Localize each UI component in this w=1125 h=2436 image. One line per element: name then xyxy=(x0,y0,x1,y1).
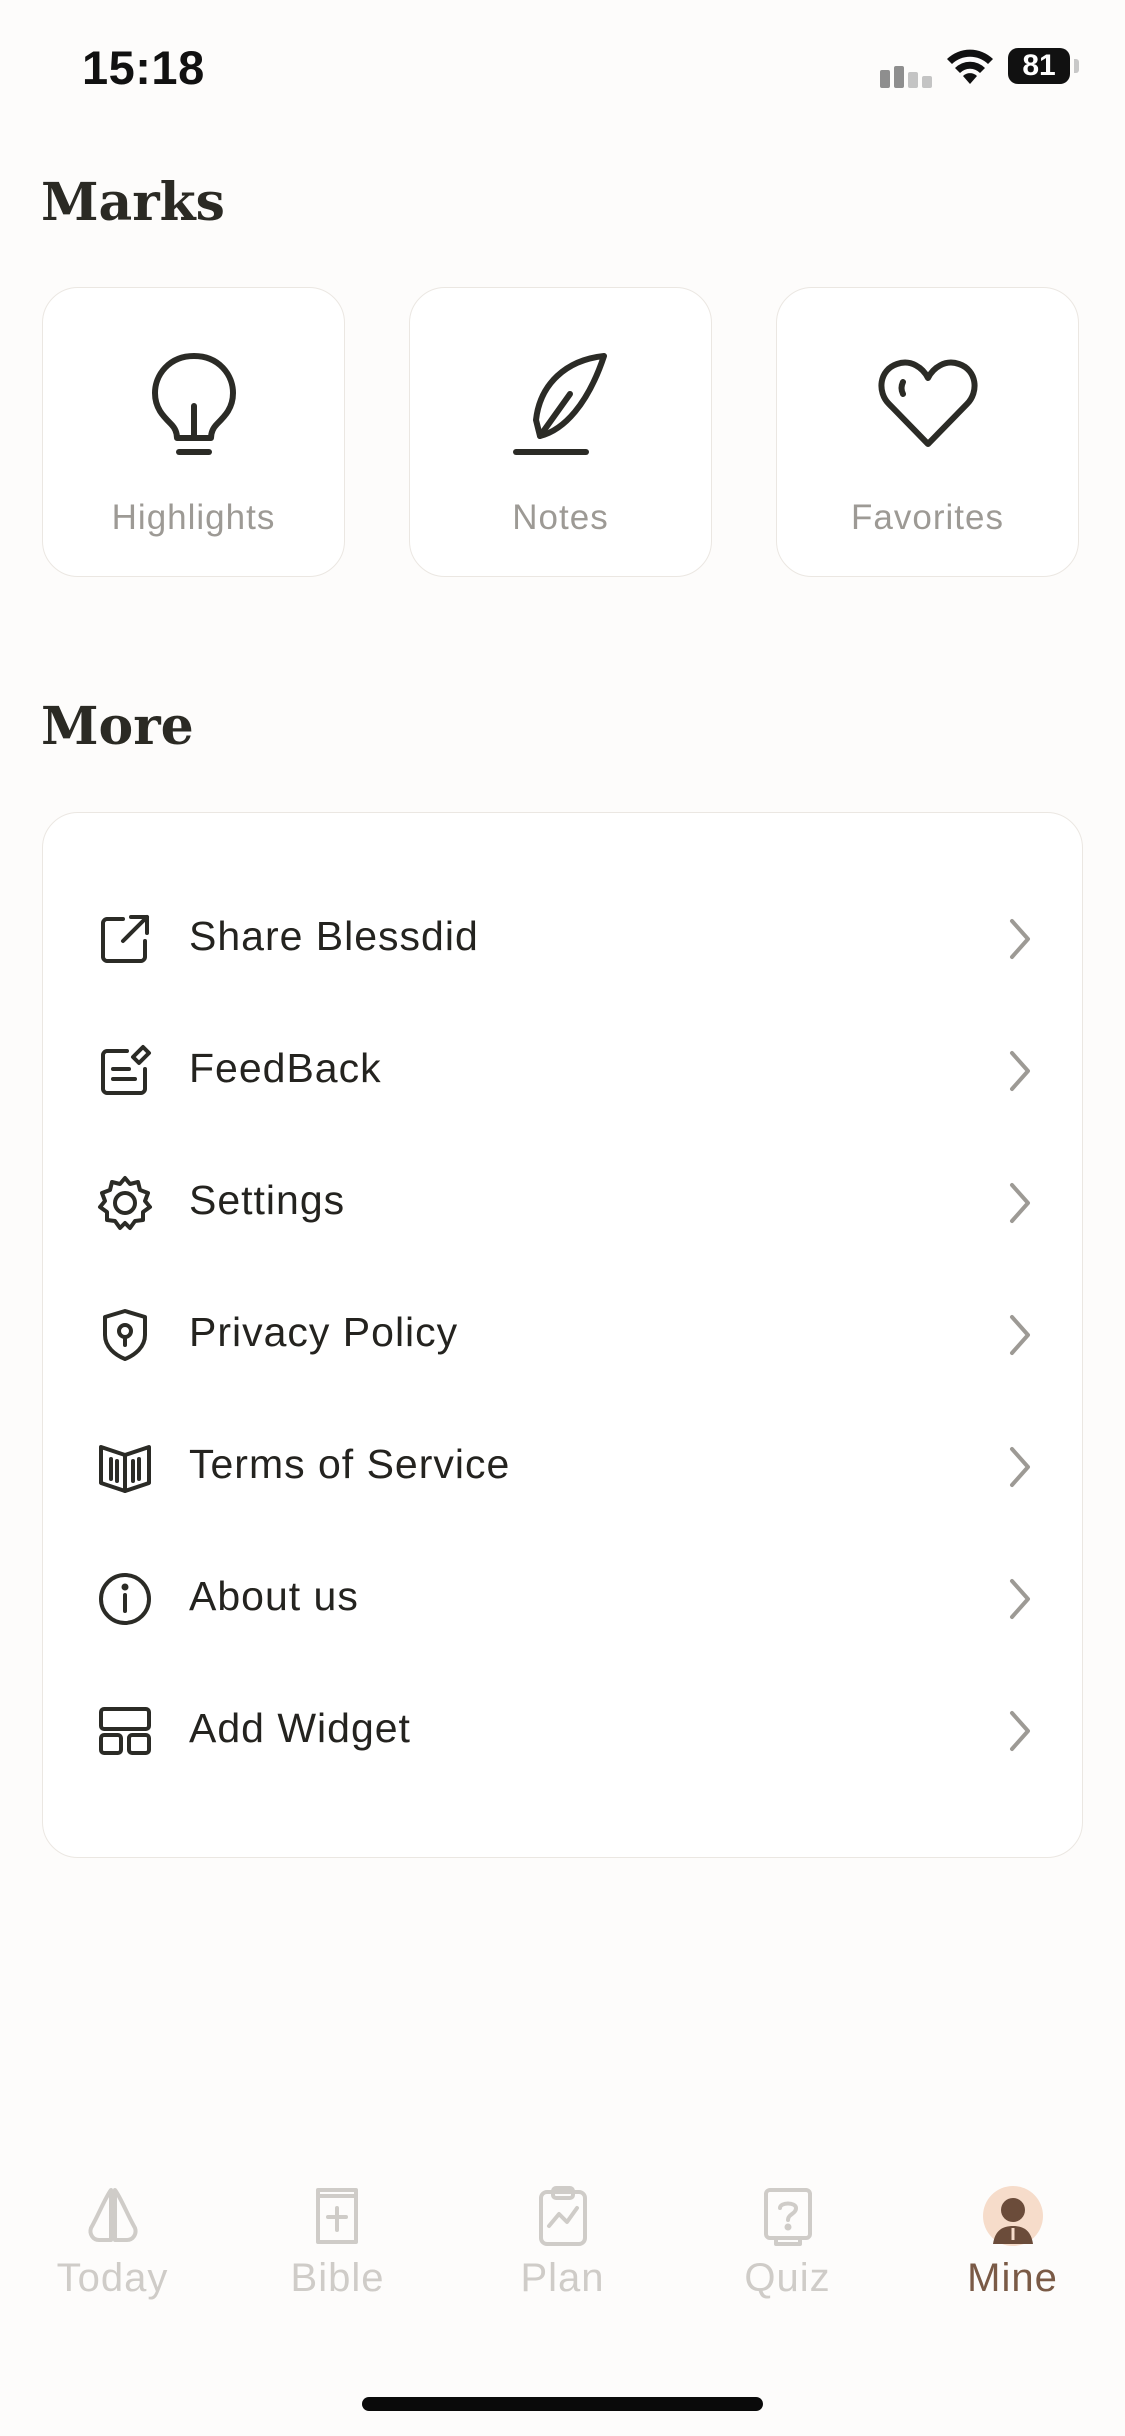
menu-item-terms[interactable]: Terms of Service xyxy=(43,1401,1082,1533)
avatar-icon xyxy=(982,2186,1043,2246)
quill-icon xyxy=(512,353,607,455)
clipboard-chart-icon xyxy=(538,2186,587,2246)
info-icon xyxy=(99,1573,151,1625)
menu-item-feedback[interactable]: FeedBack xyxy=(43,1005,1082,1137)
tab-plan[interactable]: Plan xyxy=(450,2160,675,2310)
menu-item-settings[interactable]: Settings xyxy=(43,1137,1082,1269)
menu-label-share: Share Blessdid xyxy=(189,913,479,959)
menu-label-feedback: FeedBack xyxy=(189,1045,382,1091)
tab-mine[interactable]: Mine xyxy=(900,2160,1125,2310)
status-bar: 15:18 81 xyxy=(0,0,1125,140)
chevron-right-icon xyxy=(1010,1447,1030,1487)
tab-label-bible: Bible xyxy=(290,2256,385,2300)
praying-hands-icon xyxy=(88,2188,137,2242)
home-indicator[interactable] xyxy=(362,2397,763,2411)
menu-label-settings: Settings xyxy=(189,1177,346,1223)
lightbulb-icon xyxy=(151,353,236,455)
favorites-card[interactable]: Favorites xyxy=(776,287,1079,577)
chevron-right-icon xyxy=(1010,1315,1030,1355)
notes-label: Notes xyxy=(512,498,609,537)
menu-item-add-widget[interactable]: Add Widget xyxy=(43,1665,1082,1797)
cellular-signal-icon xyxy=(880,66,932,88)
marks-section-title: Marks xyxy=(41,172,225,233)
menu-label-add-widget: Add Widget xyxy=(189,1705,411,1751)
menu-item-about[interactable]: About us xyxy=(43,1533,1082,1665)
tab-label-quiz: Quiz xyxy=(744,2256,831,2300)
highlights-card[interactable]: Highlights xyxy=(42,287,345,577)
wifi-icon xyxy=(947,49,993,84)
menu-label-privacy: Privacy Policy xyxy=(189,1309,459,1355)
question-book-icon xyxy=(763,2188,812,2246)
more-section-title: More xyxy=(41,696,194,757)
battery-level: 81 xyxy=(1008,48,1070,84)
tab-quiz[interactable]: Quiz xyxy=(675,2160,900,2310)
menu-label-terms: Terms of Service xyxy=(189,1441,511,1487)
tab-bible[interactable]: Bible xyxy=(225,2160,450,2310)
tab-label-plan: Plan xyxy=(520,2256,605,2300)
tab-label-today: Today xyxy=(56,2256,169,2300)
tab-label-mine: Mine xyxy=(967,2256,1058,2300)
bottom-tab-bar: Today Bible Plan Quiz Mine xyxy=(0,2160,1125,2310)
battery-icon: 81 xyxy=(1008,48,1080,86)
chevron-right-icon xyxy=(1010,1711,1030,1751)
tab-today[interactable]: Today xyxy=(0,2160,225,2310)
shield-icon xyxy=(103,1309,147,1361)
menu-label-about: About us xyxy=(189,1573,359,1619)
favorites-label: Favorites xyxy=(851,498,1004,537)
chevron-right-icon xyxy=(1010,1183,1030,1223)
notes-card[interactable]: Notes xyxy=(409,287,712,577)
more-menu-card: Share Blessdid FeedBack Settings Privacy… xyxy=(42,812,1083,1858)
share-icon xyxy=(101,915,149,963)
widget-icon xyxy=(99,1707,151,1755)
menu-item-share[interactable]: Share Blessdid xyxy=(43,873,1082,1005)
gear-icon xyxy=(98,1176,152,1230)
heart-icon xyxy=(878,359,977,447)
chevron-right-icon xyxy=(1010,1579,1030,1619)
chevron-right-icon xyxy=(1010,1051,1030,1091)
status-time: 15:18 xyxy=(82,41,205,94)
highlights-label: Highlights xyxy=(111,498,276,537)
menu-item-privacy[interactable]: Privacy Policy xyxy=(43,1269,1082,1401)
feedback-icon xyxy=(101,1045,151,1095)
book-icon xyxy=(99,1445,151,1493)
bible-icon xyxy=(315,2188,358,2244)
chevron-right-icon xyxy=(1010,919,1030,959)
